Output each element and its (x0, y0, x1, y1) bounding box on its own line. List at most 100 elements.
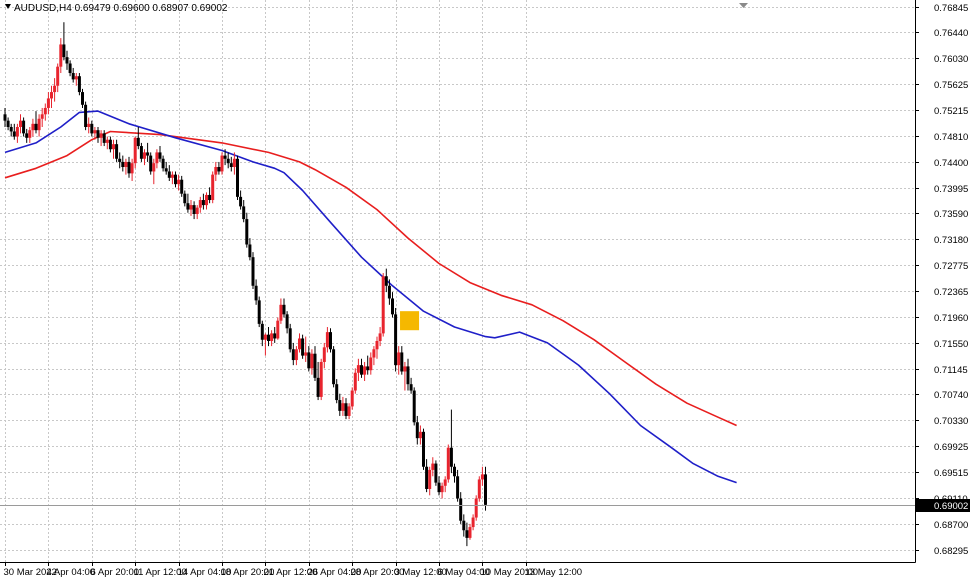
candle-body (214, 167, 218, 175)
candle-body (267, 334, 270, 342)
candle-body (115, 144, 119, 159)
chart-area[interactable]: 0.76845 0.76440 0.76030 0.75625 0.75215 0.748… (0, 0, 970, 578)
candle-body (437, 482, 441, 493)
candle-body (220, 155, 224, 172)
candle-body (229, 163, 233, 168)
candle-body (418, 431, 422, 439)
candle-body (282, 304, 286, 315)
candle (474, 495, 478, 521)
current-price-tag: 0.69002 (916, 499, 970, 512)
candle-body (152, 163, 156, 172)
candle-body (118, 158, 122, 162)
candle-body (273, 333, 277, 339)
candle-body (310, 353, 314, 369)
candle-body (28, 130, 32, 138)
candle (149, 152, 153, 175)
candle-body (400, 352, 404, 372)
candle-body (245, 219, 249, 245)
candle-body (394, 314, 398, 366)
candle-body (15, 127, 19, 137)
candle-body (356, 365, 360, 373)
candle-body (474, 498, 478, 518)
candle-body (363, 366, 367, 375)
candle-body (226, 158, 230, 164)
candle (276, 317, 280, 340)
candle-body (40, 114, 44, 119)
candle-body (81, 92, 84, 105)
candle-body (459, 498, 463, 521)
candle-body (260, 323, 264, 340)
candle-body (12, 131, 16, 137)
candle-body (177, 179, 181, 185)
candle-body (25, 133, 29, 138)
candle-body (425, 466, 429, 489)
candle-body (127, 161, 131, 174)
candle-body (65, 57, 69, 64)
x-tick-label: 6 Apr 20:00 (91, 567, 140, 578)
candle-body (409, 384, 413, 391)
candle-body (285, 314, 289, 329)
candle-body (77, 76, 81, 93)
candle-body (232, 158, 236, 168)
y-tick-label: 0.69515 (934, 468, 968, 479)
y-tick-label: 0.71550 (934, 339, 968, 350)
candle-body (130, 163, 134, 174)
candle-body (360, 365, 363, 375)
candle-body (406, 366, 410, 385)
candle (394, 307, 398, 372)
candlestick-chart[interactable]: 0.76845 0.76440 0.76030 0.75625 0.75215 0.748… (0, 0, 970, 578)
candle-body (121, 161, 125, 168)
y-tick-label: 0.71960 (934, 313, 968, 324)
candle-body (239, 196, 243, 207)
candle-body (471, 517, 475, 528)
candle-body (257, 300, 261, 324)
candle-body (449, 447, 453, 467)
candle-body (307, 352, 311, 369)
candle-body (329, 332, 332, 350)
candle-body (372, 349, 376, 358)
candle-body (422, 431, 425, 467)
candle-body (369, 357, 373, 371)
candle-body (242, 206, 246, 220)
candle-body (428, 469, 432, 489)
x-tick-label: 4 Apr 04:00 (47, 567, 96, 578)
y-tick-label: 0.74810 (934, 132, 968, 143)
candle-body (124, 161, 128, 168)
candle-body (208, 194, 212, 201)
candle-body (397, 352, 401, 366)
candle (332, 346, 336, 388)
candle-body (180, 179, 184, 194)
y-tick-label: 0.73995 (934, 184, 968, 195)
candle-body (434, 463, 438, 483)
candle-body (468, 527, 472, 538)
candle-body (350, 390, 354, 407)
candle-body (108, 139, 112, 150)
candle-body (279, 304, 283, 321)
highlight-marker (400, 311, 420, 331)
candle-body (59, 44, 63, 67)
candle-body (158, 152, 162, 159)
candle-body (338, 400, 342, 411)
marker (400, 311, 420, 331)
candle-body (22, 120, 26, 134)
candle-body (37, 118, 41, 131)
candle-body (325, 332, 329, 348)
candle-body (316, 377, 320, 397)
candle-body (236, 158, 239, 197)
candle-body (347, 406, 351, 416)
candle-body (9, 127, 13, 132)
candle-body (167, 171, 171, 178)
candle-body (96, 130, 100, 138)
y-tick-label: 0.76440 (934, 28, 968, 39)
candle-body (50, 92, 53, 99)
candle-body (462, 520, 466, 531)
candle-body (344, 403, 348, 416)
candle-body (378, 333, 382, 342)
y-tick-label: 0.72365 (934, 287, 968, 298)
candle-body (3, 114, 7, 121)
candle-body (270, 333, 274, 342)
candle-body (465, 530, 469, 538)
candle-body (170, 174, 174, 178)
candle-body (71, 73, 75, 80)
candle-body (332, 349, 336, 385)
